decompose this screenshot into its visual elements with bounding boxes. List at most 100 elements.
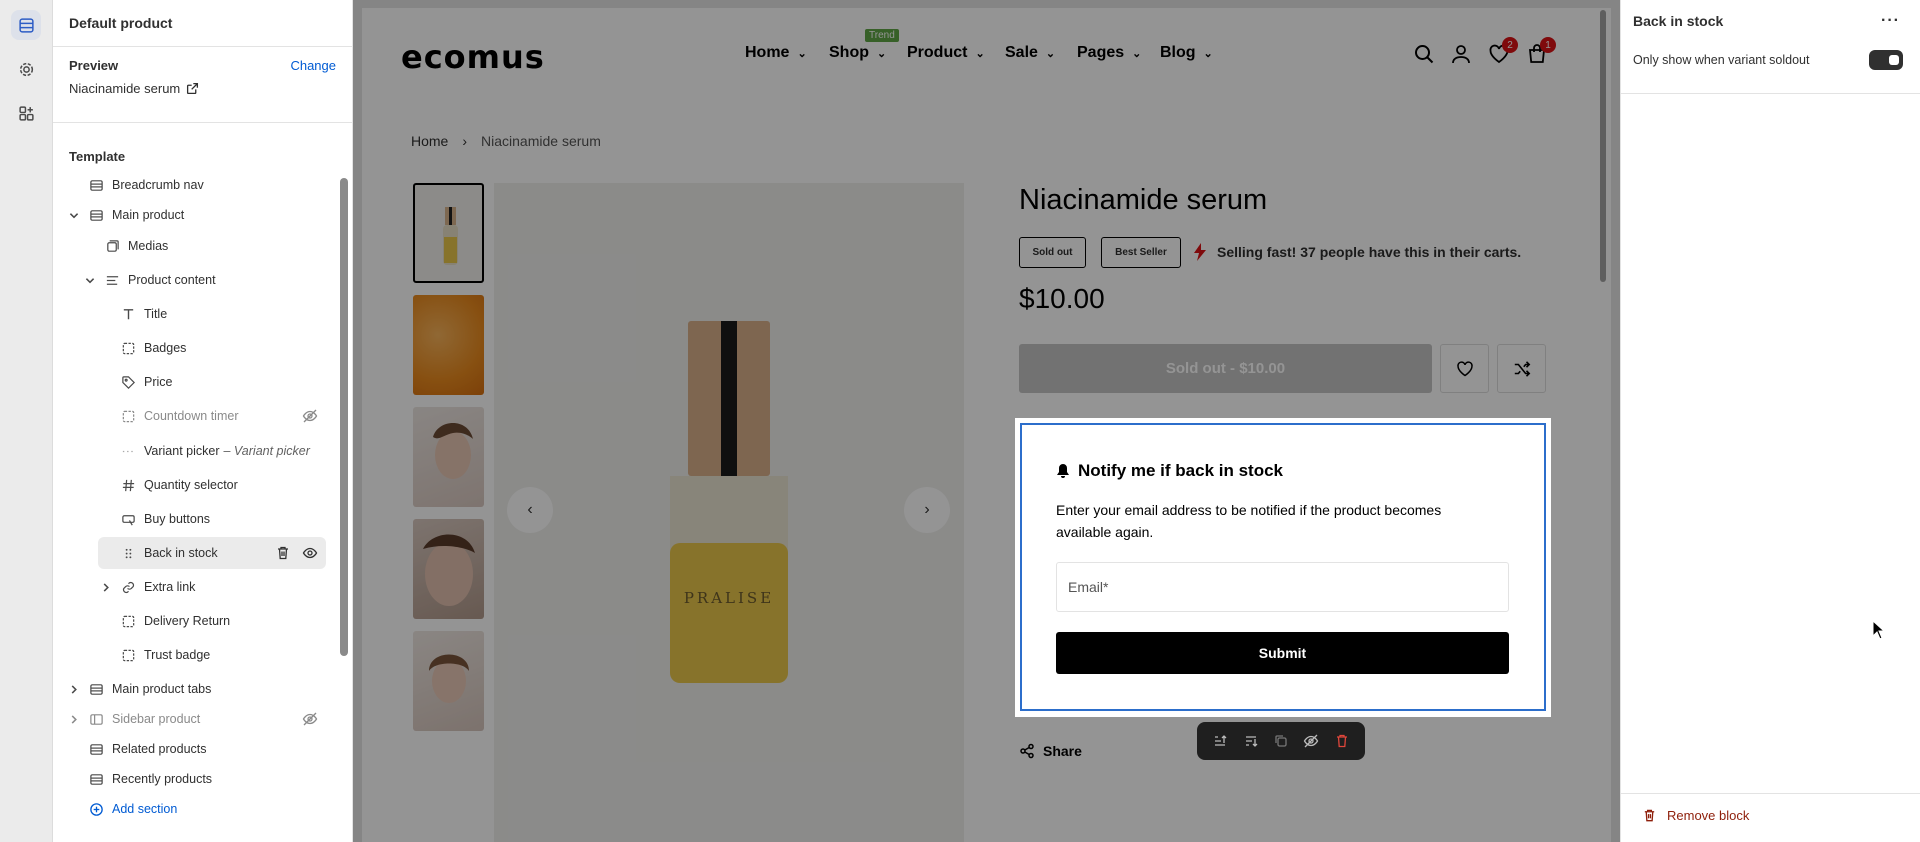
type-icon [120, 306, 136, 322]
section-icon [88, 771, 104, 787]
sidebar-item-delivery-return[interactable]: Delivery Return [120, 606, 230, 636]
nav-sale[interactable]: Sale ⌄ [1005, 43, 1055, 63]
email-field[interactable]: Email* [1056, 562, 1509, 612]
sidebar-item-extra-link[interactable]: Extra link [100, 572, 195, 602]
chevron-right-icon[interactable] [68, 711, 80, 727]
sidebar-item-recently-products[interactable]: Recently products [88, 764, 212, 794]
breadcrumb-home[interactable]: Home [411, 133, 448, 149]
breadcrumb: Home › Niacinamide serum [411, 133, 601, 149]
shuffle-icon [1514, 360, 1530, 377]
product-thumbnail[interactable] [413, 407, 484, 507]
product-title: Niacinamide serum [1019, 184, 1268, 216]
sidebar-item-trust-badge[interactable]: Trust badge [120, 640, 210, 670]
section-icon [88, 177, 104, 193]
sidebar-item-price[interactable]: Price [120, 367, 172, 397]
preview-value[interactable]: Niacinamide serum [69, 81, 199, 96]
sidebar-item-back-in-stock[interactable]: Back in stock [98, 537, 326, 569]
wishlist-button[interactable] [1440, 344, 1489, 393]
sold-out-button[interactable]: Sold out - $10.00 [1019, 344, 1432, 393]
share-button[interactable]: Share [1019, 743, 1082, 759]
change-preview-link[interactable]: Change [290, 58, 336, 73]
sidebar-item-main-product-tabs[interactable]: Main product tabs [68, 674, 211, 704]
sidebar-item-related-products[interactable]: Related products [88, 734, 207, 764]
apps-icon[interactable] [11, 98, 41, 128]
drag-handle-icon[interactable] [120, 545, 136, 561]
external-link-icon[interactable] [186, 82, 199, 95]
heart-icon [1456, 360, 1473, 376]
chevron-down-icon[interactable] [68, 207, 80, 223]
prev-image-button[interactable]: ‹ [507, 487, 553, 533]
chevron-right-icon[interactable] [100, 579, 112, 595]
sidebar-item-breadcrumb-nav[interactable]: Breadcrumb nav [88, 170, 204, 200]
link-icon [120, 579, 136, 595]
more-options-icon[interactable]: ··· [1881, 12, 1900, 30]
eye-off-icon[interactable] [302, 711, 318, 727]
user-icon[interactable] [1450, 43, 1472, 65]
nav-home[interactable]: Home ⌄ [745, 43, 807, 63]
sidebar-item-buy-buttons[interactable]: Buy buttons [120, 504, 210, 534]
move-up-icon[interactable] [1211, 732, 1229, 750]
nav-product[interactable]: Product ⌄ [907, 43, 985, 63]
nav-shop[interactable]: Shop ⌄ [829, 43, 886, 63]
eye-off-icon[interactable] [1302, 732, 1320, 750]
sidebar-item-variant-picker[interactable]: Variant picker – Variant picker [120, 436, 310, 466]
block-toolbar [1197, 722, 1365, 760]
eye-off-icon[interactable] [302, 408, 318, 424]
duplicate-icon[interactable] [1272, 732, 1290, 750]
images-icon [104, 238, 120, 254]
move-down-icon[interactable] [1242, 732, 1260, 750]
mouse-cursor-icon [1872, 620, 1886, 640]
chevron-right-icon[interactable] [68, 681, 80, 697]
section-icon [88, 741, 104, 757]
trash-icon[interactable] [275, 545, 291, 561]
bell-icon [1057, 464, 1069, 478]
button-icon [120, 511, 136, 527]
product-thumbnail[interactable] [413, 631, 484, 731]
dashed-block-icon [120, 408, 136, 424]
notify-description: Enter your email address to be notified … [1056, 502, 1442, 540]
selling-fast-notice: Selling fast! 37 people have this in the… [1193, 243, 1521, 261]
divider [1621, 793, 1920, 794]
bottle-brand-text: PRALISE [684, 589, 774, 607]
store-logo[interactable]: ecomus [401, 38, 545, 76]
compare-button[interactable] [1497, 344, 1546, 393]
nav-blog[interactable]: Blog ⌄ [1160, 43, 1213, 63]
sections-icon[interactable] [11, 10, 41, 40]
eye-icon[interactable] [302, 545, 318, 561]
sidebar-item-title[interactable]: Title [120, 299, 167, 329]
sidebar-item-countdown-timer[interactable]: Countdown timer [120, 401, 318, 431]
divider [1621, 93, 1920, 94]
template-label: Template [69, 149, 126, 164]
sidebar-item-medias[interactable]: Medias [104, 231, 168, 261]
chevron-down-icon: ⌄ [975, 47, 985, 60]
product-thumbnail[interactable] [413, 295, 484, 395]
sidebar-item-sidebar-product[interactable]: Sidebar product [68, 704, 318, 734]
divider [53, 46, 352, 47]
add-section-button[interactable]: Add section [88, 794, 177, 824]
chevron-down-icon[interactable] [84, 272, 96, 288]
preview-scrollbar[interactable] [1600, 10, 1606, 282]
product-thumbnail[interactable] [413, 183, 484, 283]
search-icon[interactable] [1413, 43, 1435, 65]
sidebar-item-quantity-selector[interactable]: Quantity selector [120, 470, 238, 500]
nav-pages[interactable]: Pages ⌄ [1077, 43, 1141, 63]
product-thumbnail[interactable] [413, 519, 484, 619]
submit-button[interactable]: Submit [1056, 632, 1509, 674]
trash-icon[interactable] [1333, 732, 1351, 750]
block-settings-panel: Back in stock ··· Only show when variant… [1620, 0, 1920, 842]
template-title: Default product [69, 15, 173, 31]
remove-block-button[interactable]: Remove block [1642, 808, 1749, 823]
section-icon [88, 207, 104, 223]
sidebar-item-main-product[interactable]: Main product [68, 200, 184, 230]
trend-badge: Trend [865, 29, 899, 42]
sidebar-scrollbar[interactable] [340, 178, 348, 656]
dashed-block-icon [120, 443, 136, 459]
preview-label: Preview [69, 58, 119, 73]
gear-icon[interactable] [11, 54, 41, 84]
plus-circle-icon [88, 801, 104, 817]
next-image-button[interactable]: › [904, 487, 950, 533]
variant-soldout-toggle[interactable] [1869, 50, 1903, 70]
sidebar-item-badges[interactable]: Badges [120, 333, 186, 363]
sidebar-item-product-content[interactable]: Product content [84, 265, 216, 295]
chevron-down-icon: ⌄ [877, 47, 887, 60]
